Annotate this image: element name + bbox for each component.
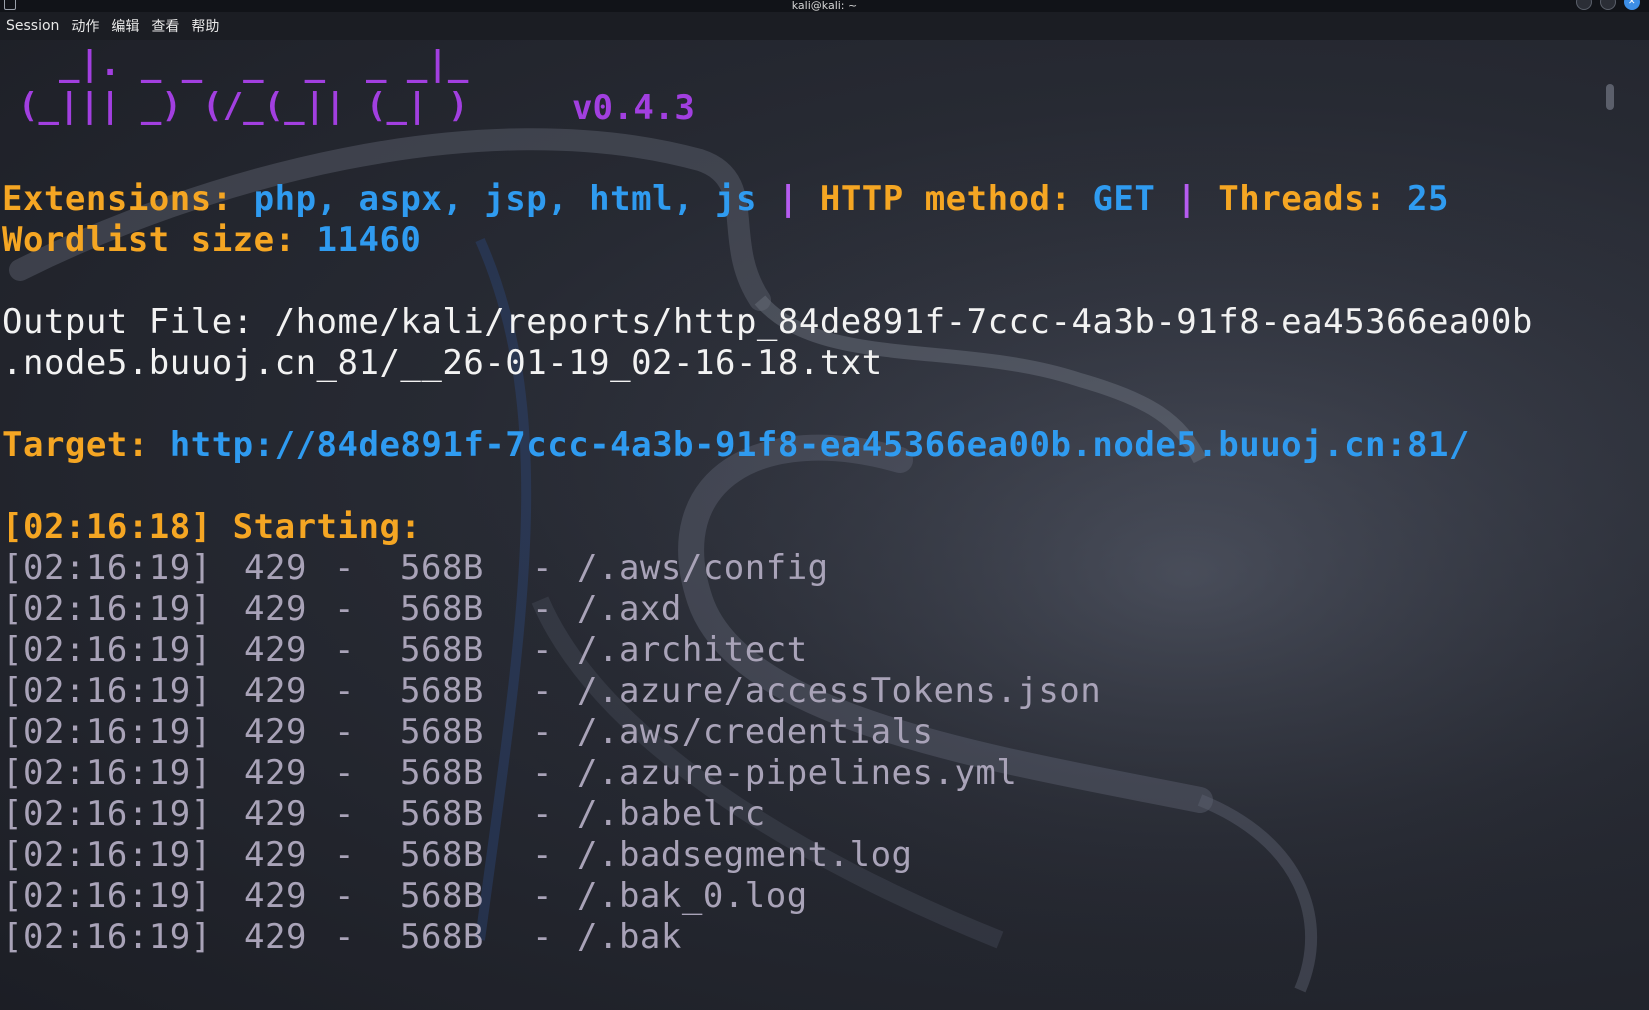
dash-separator: -: [334, 917, 355, 957]
menu-edit[interactable]: 编辑: [105, 16, 145, 36]
dash-separator: -: [334, 753, 355, 793]
result-size: 568B: [400, 876, 484, 916]
result-time: [02:16:19]: [2, 589, 212, 629]
method-label: HTTP method:: [819, 179, 1093, 219]
dash-separator: -: [532, 753, 553, 793]
wordlist-line: Wordlist size: 11460: [2, 219, 421, 262]
result-size: 568B: [400, 548, 484, 588]
result-time: [02:16:19]: [2, 917, 212, 957]
result-path: /.babelrc: [577, 794, 766, 834]
terminal-window: kali@kali: ~ Session 动作 编辑 查看 帮助 _|. _ _…: [0, 0, 1649, 1010]
dash-separator: -: [334, 589, 355, 629]
result-time: [02:16:19]: [2, 876, 212, 916]
method-value: GET: [1092, 179, 1156, 219]
result-path: /.aws/config: [577, 548, 829, 588]
result-status: 429: [244, 917, 307, 957]
result-status: 429: [244, 835, 307, 875]
result-status: 429: [244, 630, 307, 670]
result-status: 429: [244, 548, 307, 588]
extensions-value: php, aspx, jsp, html, js: [253, 179, 757, 219]
menu-actions[interactable]: 动作: [65, 16, 105, 36]
menu-view[interactable]: 查看: [145, 16, 185, 36]
output-file-line-2: .node5.buuoj.cn_81/__26-01-19_02-16-18.t…: [2, 343, 883, 383]
dash-separator: -: [532, 712, 553, 752]
scrollbar[interactable]: [1606, 84, 1614, 1010]
result-status: 429: [244, 753, 307, 793]
result-size: 568B: [400, 835, 484, 875]
dash-separator: -: [334, 630, 355, 670]
target-url[interactable]: http://84de891f-7ccc-4a3b-91f8-ea45366ea…: [170, 425, 1470, 465]
result-path: /.axd: [577, 589, 682, 629]
result-time: [02:16:19]: [2, 753, 212, 793]
result-path: /.aws/credentials: [577, 712, 934, 752]
result-size: 568B: [400, 589, 484, 629]
dash-separator: -: [532, 876, 553, 916]
dash-separator: -: [334, 794, 355, 834]
dash-separator: -: [334, 835, 355, 875]
result-size: 568B: [400, 671, 484, 711]
scrollbar-thumb[interactable]: [1606, 84, 1614, 110]
wordlist-label: Wordlist size:: [2, 220, 317, 260]
result-path: /.architect: [577, 630, 808, 670]
result-time: [02:16:19]: [2, 671, 212, 711]
result-time: [02:16:19]: [2, 835, 212, 875]
menu-help[interactable]: 帮助: [185, 16, 225, 36]
threads-label: Threads:: [1218, 179, 1408, 219]
dash-separator: -: [532, 630, 553, 670]
output-file-line-1: Output File: /home/kali/reports/http_84d…: [2, 302, 1533, 342]
result-time: [02:16:19]: [2, 794, 212, 834]
banner-art-line-1: _|. _ _ _ _ _ _|_: [18, 44, 469, 84]
result-status: 429: [244, 589, 307, 629]
target-line: Target: http://84de891f-7ccc-4a3b-91f8-e…: [2, 424, 1470, 467]
result-size: 568B: [400, 712, 484, 752]
dash-separator: -: [532, 917, 553, 957]
result-path: /.bak_0.log: [577, 876, 808, 916]
result-time: [02:16:19]: [2, 712, 212, 752]
version-label: v0.4.3: [572, 88, 695, 128]
threads-value: 25: [1407, 179, 1449, 219]
extensions-label: Extensions:: [2, 179, 254, 219]
dash-separator: -: [532, 589, 553, 629]
terminal-output[interactable]: _|. _ _ _ _ _ _|_ (_||| _) (/_(_|| (_| )…: [0, 40, 1620, 1010]
window-title: kali@kali: ~: [791, 0, 858, 12]
dash-separator: -: [532, 794, 553, 834]
separator: |: [1155, 179, 1219, 219]
result-size: 568B: [400, 794, 484, 834]
result-size: 568B: [400, 917, 484, 957]
title-bar[interactable]: kali@kali: ~: [0, 0, 1649, 12]
result-path: /.azure/accessTokens.json: [577, 671, 1102, 711]
wordlist-value: 11460: [316, 220, 422, 260]
menu-session[interactable]: Session: [0, 18, 65, 34]
result-status: 429: [244, 876, 307, 916]
starting-line: [02:16:18] Starting:: [2, 507, 422, 547]
dash-separator: -: [532, 671, 553, 711]
result-time: [02:16:19]: [2, 630, 212, 670]
banner-art-line-2: (_||| _) (/_(_|| (_| ): [18, 86, 469, 126]
separator: |: [756, 179, 820, 219]
result-time: [02:16:19]: [2, 548, 212, 588]
result-size: 568B: [400, 630, 484, 670]
result-status: 429: [244, 794, 307, 834]
result-path: /.badsegment.log: [577, 835, 913, 875]
menu-bar: Session 动作 编辑 查看 帮助: [0, 12, 1649, 40]
result-path: /.bak: [577, 917, 682, 957]
config-line: Extensions: php, aspx, jsp, html, js | H…: [2, 178, 1449, 221]
dash-separator: -: [334, 712, 355, 752]
result-status: 429: [244, 712, 307, 752]
target-label: Target:: [2, 425, 170, 465]
dash-separator: -: [334, 876, 355, 916]
dash-separator: -: [532, 548, 553, 588]
dash-separator: -: [532, 835, 553, 875]
dash-separator: -: [334, 671, 355, 711]
result-path: /.azure-pipelines.yml: [577, 753, 1018, 793]
result-size: 568B: [400, 753, 484, 793]
result-status: 429: [244, 671, 307, 711]
dash-separator: -: [334, 548, 355, 588]
